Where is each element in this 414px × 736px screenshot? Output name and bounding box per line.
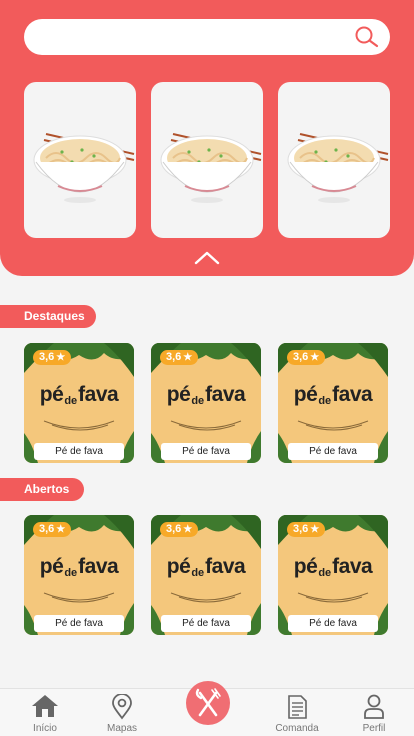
- restaurant-name: Pé de fava: [161, 615, 251, 632]
- home-icon: [32, 695, 58, 717]
- noodle-bowl-icon: [160, 133, 262, 203]
- category-card[interactable]: [151, 82, 263, 238]
- rating-value: 3,6: [293, 351, 309, 363]
- logo-text: fava: [78, 383, 119, 406]
- nav-item-maps[interactable]: Mapas: [92, 689, 152, 736]
- nav-label-home: Início: [33, 723, 57, 734]
- logo-text: de: [318, 395, 332, 407]
- chevron-up-icon[interactable]: [193, 248, 221, 266]
- restaurant-name: Pé de fava: [288, 443, 378, 460]
- search-bar[interactable]: [24, 19, 390, 55]
- logo-text: pé: [39, 383, 64, 406]
- logo-text: fava: [205, 555, 246, 578]
- featured-row: 3,6 ★ pédefava Pé de fava 3,6 ★ pédefava P…: [24, 343, 390, 463]
- logo-text: pé: [166, 383, 191, 406]
- logo-text: fava: [78, 555, 119, 578]
- search-icon[interactable]: [354, 25, 380, 49]
- menu-fab-button[interactable]: [186, 681, 230, 725]
- nav-label-order: Comanda: [275, 723, 319, 734]
- section-title-open: Abertos: [0, 478, 84, 501]
- restaurant-card[interactable]: 3,6 ★ pédefava Pé de fava: [151, 343, 261, 463]
- user-icon: [364, 694, 384, 719]
- logo-text: fava: [332, 383, 373, 406]
- nav-item-profile[interactable]: Perfil: [344, 689, 404, 736]
- logo-text: de: [64, 567, 78, 579]
- restaurant-logo: pédefava: [151, 383, 261, 407]
- rating-badge: 3,6 ★: [287, 522, 326, 537]
- logo-text: pé: [293, 555, 318, 578]
- restaurant-logo: pédefava: [278, 383, 388, 407]
- fork-knife-icon: [195, 688, 221, 717]
- logo-text: pé: [293, 383, 318, 406]
- logo-text: fava: [332, 555, 373, 578]
- restaurant-name: Pé de fava: [288, 615, 378, 632]
- category-card[interactable]: [24, 82, 136, 238]
- restaurant-name: Pé de fava: [161, 443, 251, 460]
- restaurant-name: Pé de fava: [34, 615, 124, 632]
- nav-item-order[interactable]: Comanda: [267, 689, 327, 736]
- logo-text: de: [318, 567, 332, 579]
- logo-text: de: [191, 567, 205, 579]
- receipt-icon: [288, 695, 307, 719]
- star-icon: ★: [56, 524, 66, 535]
- restaurant-card[interactable]: 3,6 ★ pédefava Pé de fava: [24, 343, 134, 463]
- logo-text: pé: [39, 555, 64, 578]
- rating-badge: 3,6 ★: [160, 350, 199, 365]
- rating-value: 3,6: [39, 351, 55, 363]
- logo-text: de: [191, 395, 205, 407]
- nav-label-profile: Perfil: [362, 723, 386, 734]
- star-icon: ★: [310, 524, 320, 535]
- rating-value: 3,6: [166, 523, 182, 535]
- category-card[interactable]: [278, 82, 390, 238]
- nav-label-maps: Mapas: [106, 723, 137, 734]
- search-input[interactable]: [24, 19, 344, 55]
- restaurant-card[interactable]: 3,6 ★ pédefava Pé de fava: [278, 515, 388, 635]
- noodle-bowl-icon: [33, 133, 135, 203]
- noodle-bowl-icon: [287, 133, 389, 203]
- star-icon: ★: [56, 352, 66, 363]
- restaurant-logo: pédefava: [24, 555, 134, 579]
- header-panel: [0, 0, 414, 276]
- rating-badge: 3,6 ★: [33, 350, 72, 365]
- rating-badge: 3,6 ★: [287, 350, 326, 365]
- open-row: 3,6 ★ pédefava Pé de fava 3,6 ★ pédefava P…: [24, 515, 390, 635]
- app-root: Destaques 3,6 ★ pédefava Pé de fava 3,6 …: [0, 0, 414, 736]
- restaurant-card[interactable]: 3,6 ★ pédefava Pé de fava: [24, 515, 134, 635]
- star-icon: ★: [310, 352, 320, 363]
- restaurant-card[interactable]: 3,6 ★ pédefava Pé de fava: [151, 515, 261, 635]
- logo-text: pé: [166, 555, 191, 578]
- restaurant-logo: pédefava: [24, 383, 134, 407]
- rating-badge: 3,6 ★: [33, 522, 72, 537]
- logo-text: de: [64, 395, 78, 407]
- restaurant-name: Pé de fava: [34, 443, 124, 460]
- rating-value: 3,6: [39, 523, 55, 535]
- map-pin-icon: [112, 694, 132, 720]
- rating-value: 3,6: [166, 351, 182, 363]
- nav-item-home[interactable]: Início: [15, 689, 75, 736]
- restaurant-logo: pédefava: [278, 555, 388, 579]
- logo-text: fava: [205, 383, 246, 406]
- star-icon: ★: [183, 524, 193, 535]
- star-icon: ★: [183, 352, 193, 363]
- category-carousel: [24, 82, 390, 238]
- rating-badge: 3,6 ★: [160, 522, 199, 537]
- restaurant-card[interactable]: 3,6 ★ pédefava Pé de fava: [278, 343, 388, 463]
- section-title-featured: Destaques: [0, 305, 96, 328]
- rating-value: 3,6: [293, 523, 309, 535]
- restaurant-logo: pédefava: [151, 555, 261, 579]
